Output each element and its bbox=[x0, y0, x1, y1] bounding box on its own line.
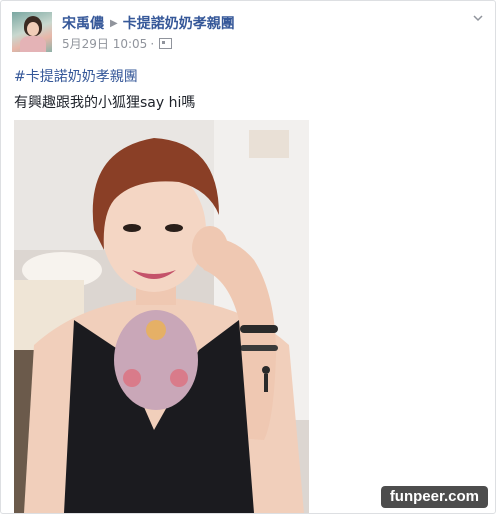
post-date-link[interactable]: 5月29日 10:05 bbox=[62, 37, 147, 51]
post-message: 有興趣跟我的小狐狸say hi嗎 bbox=[14, 95, 196, 111]
post-meta: 5月29日 10:05 · bbox=[62, 35, 173, 52]
chevron-down-icon[interactable] bbox=[473, 13, 483, 23]
watermark: funpeer.com bbox=[380, 486, 488, 508]
facebook-post: 宋禹儂 ▶ 卡提諾奶奶孝親團 5月29日 10:05 · #卡提諾奶奶孝親團 有興趣跟… bbox=[0, 0, 496, 514]
post-photo[interactable] bbox=[14, 120, 309, 513]
group-name-link[interactable]: 卡提諾奶奶孝親團 bbox=[123, 16, 235, 32]
post-header-title: 宋禹儂 ▶ 卡提諾奶奶孝親團 bbox=[62, 13, 235, 33]
avatar[interactable] bbox=[12, 12, 52, 52]
hashtag-link[interactable]: #卡提諾奶奶孝親團 bbox=[14, 66, 138, 86]
audience-icon[interactable] bbox=[159, 38, 173, 49]
author-name-link[interactable]: 宋禹儂 bbox=[62, 16, 104, 32]
triangle-right-icon: ▶ bbox=[110, 18, 118, 29]
